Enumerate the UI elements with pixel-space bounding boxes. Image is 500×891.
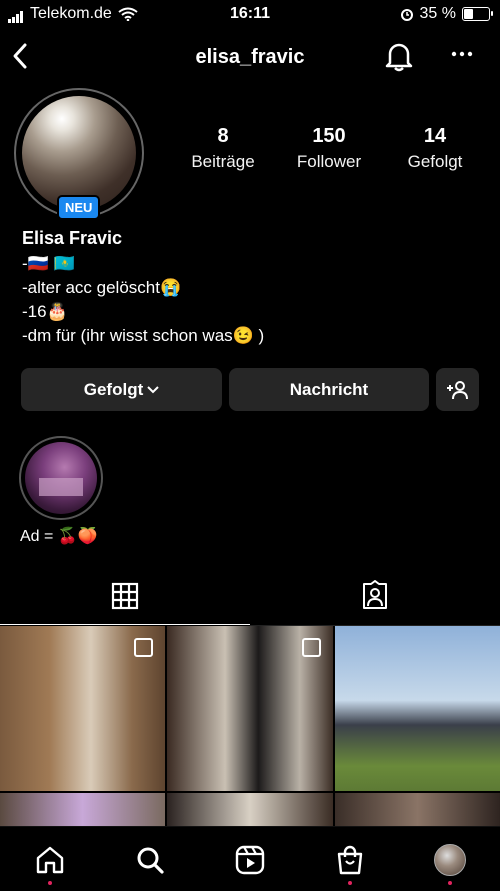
tagged-person-icon[interactable] (360, 580, 390, 610)
nav-search[interactable] (133, 843, 167, 877)
highlight-label: Ad = 🍒🍑 (20, 528, 98, 545)
profile-name: Elisa Fravic (22, 228, 123, 248)
battery-percent: 35 % (419, 5, 456, 22)
following-label: Gefolgt (83, 379, 144, 399)
stat-following[interactable]: 14 Gefolgt (375, 125, 495, 172)
stat-posts-value: 8 (217, 125, 229, 147)
post-thumbnail[interactable] (167, 793, 333, 826)
more-horizontal-icon[interactable] (450, 50, 474, 58)
stat-followers[interactable]: 150 Follower (269, 125, 389, 172)
profile-notification-dot (448, 881, 452, 885)
nav-home[interactable] (33, 843, 67, 877)
home-notification-dot (48, 881, 52, 885)
status-bar: Telekom.de 16:11 35 % (0, 0, 500, 30)
post-thumbnail[interactable] (0, 626, 165, 791)
stat-followers-value: 150 (312, 125, 346, 147)
profile-tabs (0, 570, 500, 626)
search-icon (137, 847, 164, 874)
add-person-icon (446, 380, 468, 399)
stat-followers-label: Follower (296, 152, 362, 171)
stat-posts-label: Beiträge (191, 152, 255, 171)
posts-grid (0, 626, 500, 826)
bio-line: -dm für (ihr wisst schon was😉 ) (22, 326, 265, 345)
stat-following-value: 14 (423, 125, 447, 147)
post-thumbnail[interactable] (335, 793, 500, 826)
status-right: 35 % (400, 5, 493, 23)
multi-photo-icon (302, 638, 321, 657)
bio-line: -alter acc gelöscht😭 (22, 278, 182, 297)
bottom-navigation (0, 826, 500, 891)
shop-icon (337, 845, 363, 875)
alarm-clock-icon (400, 9, 413, 21)
stat-following-label: Gefolgt (407, 152, 463, 171)
nav-reels[interactable] (233, 843, 267, 877)
message-button[interactable]: Nachricht (229, 368, 429, 411)
chevron-down-icon (147, 385, 159, 393)
bio-line: -16🎂 (22, 302, 68, 321)
profile-bio: Elisa Fravic -🇷🇺 🇰🇿 -alter acc gelöscht😭… (22, 226, 264, 348)
post-thumbnail[interactable] (0, 793, 165, 826)
bell-icon[interactable] (384, 40, 414, 72)
grid-icon[interactable] (111, 582, 139, 610)
tab-active-indicator (0, 624, 250, 625)
highlight-cover (25, 442, 97, 514)
reels-icon (235, 845, 265, 875)
post-thumbnail[interactable] (167, 626, 333, 791)
highlight-cover-note (39, 478, 83, 496)
message-label: Nachricht (289, 379, 369, 399)
nav-shop[interactable] (333, 843, 367, 877)
stat-posts[interactable]: 8 Beiträge (163, 125, 283, 172)
bio-line: -🇷🇺 🇰🇿 (22, 254, 75, 273)
new-badge: NEU (57, 195, 101, 220)
add-person-button[interactable] (436, 368, 479, 411)
profile-header: elisa_fravic (0, 36, 500, 76)
nav-profile[interactable] (433, 843, 467, 877)
battery-fill (464, 9, 474, 19)
following-button[interactable]: Gefolgt (21, 368, 222, 411)
profile-avatar-small (434, 844, 466, 876)
profile-username: elisa_fravic (195, 46, 305, 68)
home-icon (36, 846, 64, 874)
post-thumbnail[interactable] (335, 626, 500, 791)
battery-icon (462, 7, 493, 21)
story-highlight[interactable] (19, 436, 103, 520)
profile-photo (22, 96, 136, 210)
shop-notification-dot (348, 881, 352, 885)
multi-photo-icon (134, 638, 153, 657)
